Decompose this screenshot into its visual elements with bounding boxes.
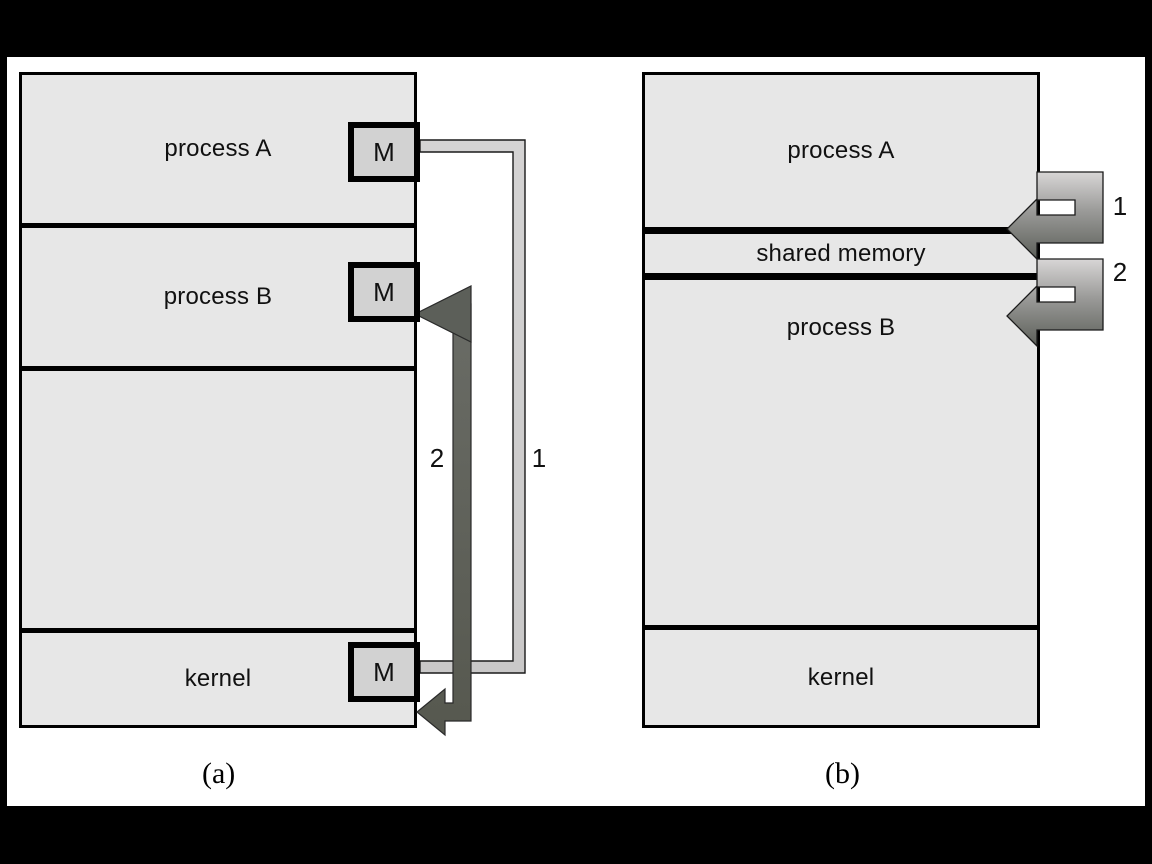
panel-a-label-process-a: process A xyxy=(164,135,272,162)
panel-a-arrowhead-process-b xyxy=(413,285,472,343)
panel-a-caption: (a) xyxy=(202,757,235,791)
panel-a-mbox-kernel: M xyxy=(348,642,420,702)
panel-b-divider-1 xyxy=(645,227,1037,234)
panel-a-arrow-1-message-to-kernel xyxy=(419,139,526,674)
panel-a-arrow-2-message-to-process-b xyxy=(416,303,472,737)
panel-a-mbox-kernel-label: M xyxy=(373,656,395,687)
panel-b-segment-empty xyxy=(645,376,1037,625)
panel-a-segment-empty xyxy=(22,371,414,628)
panel-b-label-process-b: process B xyxy=(786,314,896,341)
panel-b-divider-2 xyxy=(645,273,1037,280)
panel-a-label-kernel: kernel xyxy=(184,665,252,692)
panel-b-arrow-1-number: 1 xyxy=(1113,191,1127,221)
panel-b-segment-process-a: process A xyxy=(645,75,1037,227)
panel-b-label-kernel: kernel xyxy=(807,663,875,691)
panel-a-mbox-process-b-label: M xyxy=(373,276,395,307)
panel-b-caption-text: (b) xyxy=(825,757,860,790)
panel-b-segment-kernel: kernel xyxy=(645,630,1037,725)
panel-a-label-process-b: process B xyxy=(163,283,273,310)
figure-canvas: process A process B kernel M M M process… xyxy=(7,57,1145,806)
panel-a-arrow-2-number: 2 xyxy=(430,443,444,473)
panel-b-stack: process A shared memory process B kernel xyxy=(642,72,1040,728)
panel-a-mbox-process-b: M xyxy=(348,262,420,322)
panel-b-segment-shared-memory: shared memory xyxy=(645,234,1037,273)
panel-b-segment-process-b: process B xyxy=(645,280,1037,376)
panel-b-arrow-2-number: 2 xyxy=(1113,257,1127,287)
panel-b-label-shared-memory: shared memory xyxy=(756,239,926,267)
panel-a-caption-text: (a) xyxy=(202,757,236,790)
panel-a-arrow-1-number: 1 xyxy=(532,443,546,473)
panel-a-mbox-process-a: M xyxy=(348,122,420,182)
panel-b-caption: (b) xyxy=(825,757,860,791)
panel-a-mbox-process-a-label: M xyxy=(373,136,395,167)
panel-b-label-process-a: process A xyxy=(787,137,895,164)
